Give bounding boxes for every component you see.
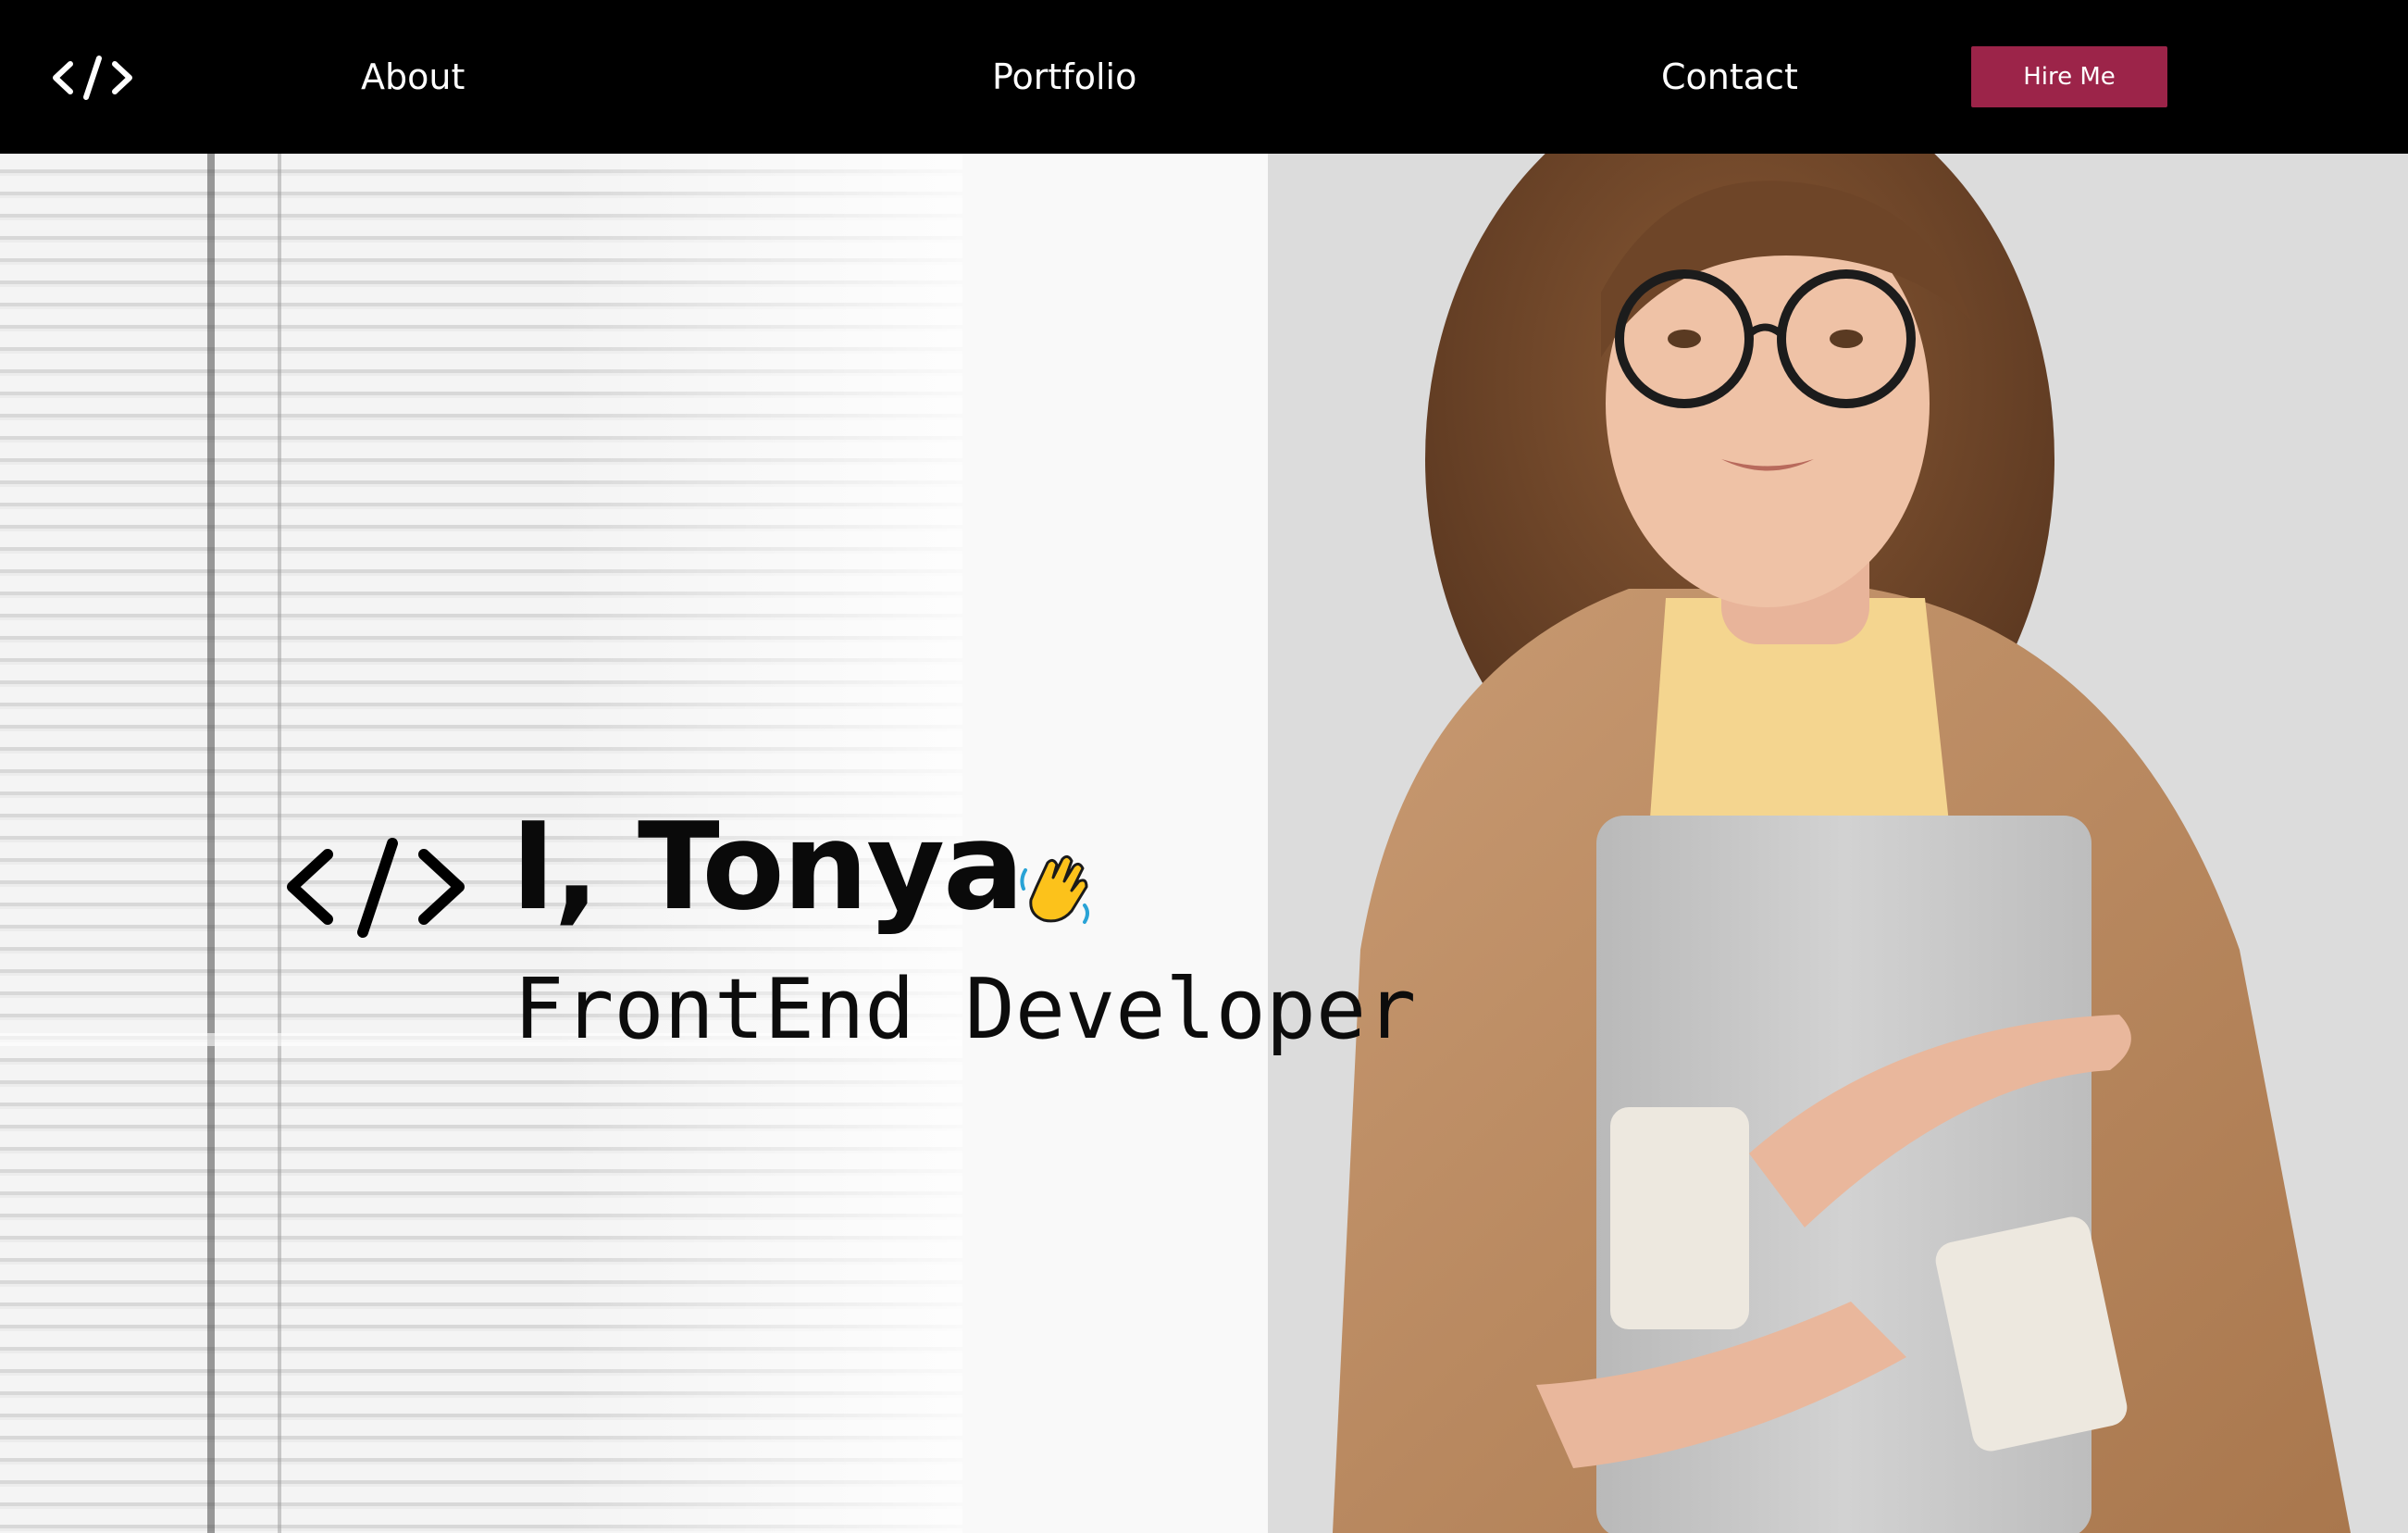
nav-link-contact[interactable]: Contact	[1661, 0, 1798, 154]
waving-hand-icon	[1020, 854, 1089, 924]
hero-title: I, Tonya	[511, 796, 1024, 937]
code-brackets-icon[interactable]	[52, 55, 133, 101]
hero-section: I, Tonya FrontEnd Developer	[0, 154, 2408, 1533]
hire-me-button[interactable]: Hire Me	[1971, 46, 2167, 107]
top-navbar: About Portfolio Contact Hire Me	[0, 0, 2408, 154]
hero-subtitle: FrontEnd Developer	[514, 961, 1417, 1058]
code-brackets-icon	[287, 838, 465, 938]
nav-link-portfolio[interactable]: Portfolio	[992, 0, 1136, 154]
nav-link-about[interactable]: About	[361, 0, 465, 154]
